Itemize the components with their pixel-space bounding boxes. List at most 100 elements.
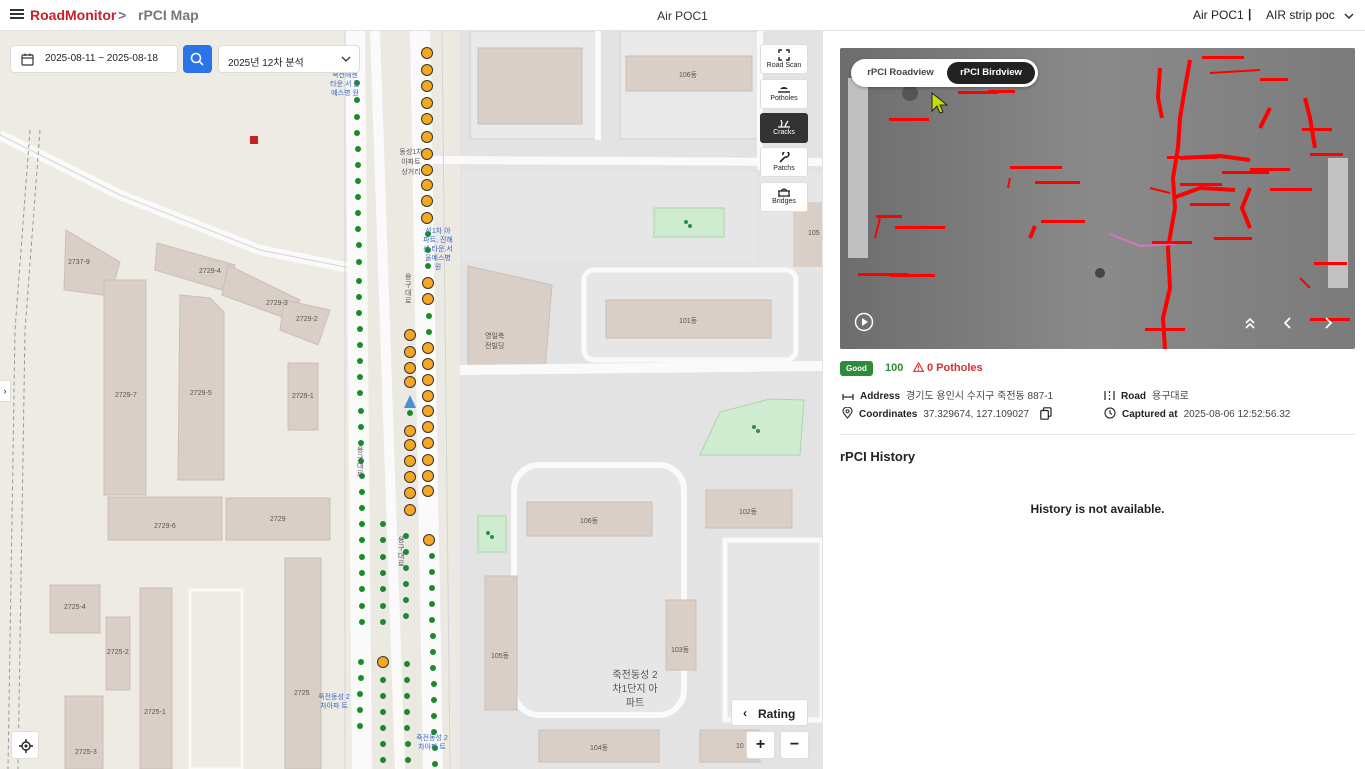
- date-range-picker[interactable]: 2025-08-11 ~ 2025-08-18: [10, 45, 178, 73]
- brand-logo[interactable]: RoadMonitor: [30, 7, 116, 23]
- chevron-right-icon[interactable]: [1321, 316, 1335, 330]
- coordinates-label: Coordinates: [859, 409, 918, 420]
- map-label: 10: [736, 743, 744, 750]
- tool-cracks[interactable]: Cracks: [760, 113, 808, 143]
- address-value: 경기도 용인시 수지구 죽전동 887-1: [906, 391, 1054, 402]
- address-row: Address 경기도 용인시 수지구 죽전동 887-1: [842, 387, 1053, 402]
- zoom-in-button[interactable]: +: [746, 731, 775, 759]
- captured-row: Captured at 2025-08-06 12:52:56.32: [1104, 407, 1290, 420]
- pothole-count: 0 Potholes: [912, 361, 983, 374]
- pothole-count-label: 0 Potholes: [927, 362, 983, 374]
- breadcrumb-separator: >: [118, 7, 127, 23]
- tool-patchs[interactable]: Patchs: [760, 147, 808, 177]
- rating-label: Rating: [758, 707, 796, 721]
- location-pin-icon: [842, 406, 853, 419]
- map-label: 106동: [580, 518, 599, 525]
- menu-icon[interactable]: [10, 7, 24, 21]
- map-label: 2729-6: [154, 523, 176, 530]
- road-row: Road 용구대로: [1104, 387, 1189, 402]
- road-label: Road: [1121, 391, 1146, 402]
- project-select[interactable]: AIR strip poc: [1266, 8, 1354, 22]
- map-label: 2737-9: [68, 259, 90, 266]
- map-label: 105동: [491, 653, 510, 660]
- map-label: 2729-4: [199, 268, 221, 275]
- search-icon: [190, 52, 204, 66]
- map-label: 영일축 전빌딩: [485, 333, 505, 350]
- analysis-round-value: 2025년 12차 분석: [228, 58, 304, 69]
- calendar-icon: [21, 53, 34, 66]
- map-label: 죽전동성 2차1단지 아파트: [612, 670, 658, 709]
- captured-label: Captured at: [1122, 409, 1178, 420]
- road-value: 용구대로: [1152, 391, 1189, 402]
- tool-label: Patchs: [773, 165, 795, 172]
- width-arrows-icon: [842, 394, 854, 400]
- map-label: 2729-7: [115, 392, 137, 399]
- tool-label: Cracks: [773, 129, 795, 136]
- map-label: 105: [808, 230, 820, 237]
- map-label: 2725-3: [75, 749, 97, 756]
- map-poi: 성1차 아파트, 진해센 타운.서 울예스병 원: [423, 228, 453, 271]
- cracks-icon: [778, 119, 790, 128]
- map-label: 2725-4: [64, 604, 86, 611]
- map-label: 104동: [590, 745, 609, 752]
- map-poi: 죽전동성 2차아파 트: [318, 694, 350, 710]
- rpci-score: 100: [885, 362, 904, 374]
- map-label: 2725: [294, 690, 310, 697]
- road-icon: [1104, 391, 1115, 400]
- mouse-cursor-icon: [931, 92, 949, 114]
- tool-bridges[interactable]: Bridges: [760, 182, 808, 212]
- map-poi: 죽전동성 2차아파 트: [416, 735, 448, 751]
- viewer-tab-group: rPCI Roadview rPCI Birdview: [851, 59, 1038, 87]
- chevron-left-icon[interactable]: [1281, 316, 1295, 330]
- map-label: 동성1차 아파트 상거리: [399, 149, 423, 176]
- play-icon[interactable]: [854, 312, 874, 332]
- search-button[interactable]: [183, 45, 212, 73]
- map-label: 103동: [671, 647, 690, 654]
- copy-icon[interactable]: [1039, 407, 1052, 420]
- grade-badge: Good: [840, 361, 873, 376]
- zoom-out-button[interactable]: −: [780, 731, 809, 759]
- map-label: 2729-3: [266, 300, 288, 307]
- map-canvas[interactable]: 106동 101동 106동 102동 103동 104동 105동 105 1…: [0, 31, 822, 769]
- map-label: 2725-2: [107, 649, 129, 656]
- map-label: 2725-1: [144, 709, 166, 716]
- map-label: 2729-2: [296, 316, 318, 323]
- chevron-double-up-icon[interactable]: [1243, 316, 1257, 330]
- map-label: 2729: [270, 516, 286, 523]
- map-base: [0, 31, 822, 769]
- locate-button[interactable]: [11, 731, 39, 759]
- tool-label: Bridges: [772, 198, 796, 205]
- warning-icon: [912, 361, 925, 372]
- history-empty-message: History is not available.: [1030, 502, 1165, 516]
- tool-road-scan[interactable]: Road Scan: [760, 44, 808, 74]
- map-label: 용구대로: [398, 537, 405, 568]
- left-panel-toggle[interactable]: ›: [0, 380, 11, 402]
- org-title: Air POC1: [657, 9, 708, 23]
- header-divider: |: [1248, 7, 1252, 21]
- tab-birdview[interactable]: rPCI Birdview: [947, 62, 1035, 84]
- captured-value: 2025-08-06 12:52:56.32: [1183, 409, 1291, 420]
- tab-roadview[interactable]: rPCI Roadview: [854, 62, 947, 84]
- map-label: 106동: [679, 72, 698, 79]
- chevron-down-icon: [1344, 13, 1354, 19]
- rating-panel-button[interactable]: ‹ Rating: [731, 699, 808, 726]
- chevron-down-icon: [341, 56, 351, 62]
- wrench-icon: [779, 152, 790, 163]
- crosshair-icon: [19, 739, 33, 753]
- birdview-image-viewer[interactable]: rPCI Roadview rPCI Birdview: [840, 48, 1355, 349]
- date-range-value: 2025-08-11 ~ 2025-08-18: [45, 53, 158, 64]
- map-poi: 죽전해센 타운.서 울예스병 원: [330, 72, 360, 97]
- map-label: 101동: [679, 318, 698, 325]
- breadcrumb-page: rPCI Map: [138, 7, 199, 23]
- map-label: 2729-1: [292, 393, 314, 400]
- bridge-icon: [778, 188, 790, 197]
- history-title: rPCI History: [840, 449, 916, 464]
- map-label: 용구대로: [357, 447, 364, 478]
- map-label: 2729-5: [190, 390, 212, 397]
- analysis-round-select[interactable]: 2025년 12차 분석: [218, 45, 360, 73]
- coordinates-row: Coordinates 37.329674, 127.109027: [842, 406, 1058, 420]
- pothole-icon: [778, 87, 790, 93]
- map-label: 용구대로: [405, 274, 412, 305]
- tool-potholes[interactable]: Potholes: [760, 79, 808, 109]
- tool-label: Potholes: [770, 95, 798, 102]
